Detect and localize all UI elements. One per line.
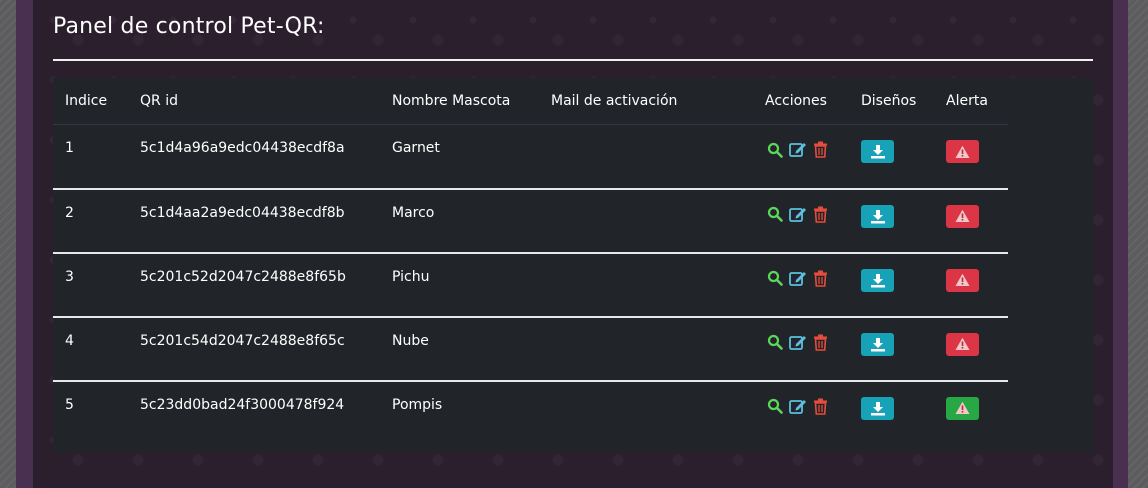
edit-icon[interactable] (788, 397, 807, 416)
header-acciones: Acciones (753, 78, 849, 125)
cell-acciones (753, 124, 849, 190)
cell-alerta (934, 381, 1008, 445)
cell-acciones (753, 188, 849, 254)
header-qr-id: QR id (128, 78, 380, 125)
trash-icon[interactable] (811, 397, 830, 416)
cell-indice: 5 (65, 396, 74, 413)
download-design-button[interactable] (861, 140, 894, 163)
warning-icon (955, 273, 970, 286)
cell-acciones (753, 316, 849, 382)
row-actions (765, 333, 849, 352)
cell-alerta (934, 316, 1008, 382)
download-design-button[interactable] (861, 396, 894, 420)
cell-qr-id: 5c201c52d2047c2488e8f65b (128, 252, 380, 318)
qr-table-container: Indice QR id Nombre Mascota Mail de acti… (53, 78, 1093, 452)
cell-mail-activacion (539, 252, 753, 318)
trash-icon[interactable] (811, 333, 830, 352)
warning-icon (955, 145, 970, 158)
cell-disenos (849, 124, 934, 190)
cell-acciones (753, 381, 849, 445)
cell-mail-activacion (539, 188, 753, 254)
row-actions (765, 269, 849, 288)
table-row: 4 5c201c54d2047c2488e8f65c Nube (53, 316, 1008, 382)
table-body: 1 5c1d4a96a9edc04438ecdf8a Garnet 2 5c1d… (53, 124, 1008, 445)
cell-alerta (934, 188, 1008, 254)
cell-indice: 4 (53, 316, 128, 382)
cell-disenos (849, 188, 934, 254)
edit-icon[interactable] (788, 269, 807, 288)
download-icon (870, 209, 885, 223)
cell-nombre-mascota: Garnet (380, 124, 539, 190)
table-row: 1 5c1d4a96a9edc04438ecdf8a Garnet (53, 124, 1008, 190)
alert-button[interactable] (946, 396, 979, 420)
edit-icon[interactable] (788, 140, 807, 159)
table-row: 3 5c201c52d2047c2488e8f65b Pichu (53, 252, 1008, 318)
download-icon (870, 401, 885, 415)
cell-indice: 1 (53, 124, 128, 190)
cell-mail-activacion (539, 316, 753, 382)
trash-icon[interactable] (811, 269, 830, 288)
search-icon[interactable] (765, 205, 784, 224)
search-icon[interactable] (765, 333, 784, 352)
cell-disenos (849, 381, 934, 445)
cell-disenos (849, 316, 934, 382)
download-icon (870, 337, 885, 351)
search-icon[interactable] (765, 397, 784, 416)
table-row: 5 5c23dd0bad24f3000478f924 Pompis (53, 381, 1008, 445)
edit-icon[interactable] (788, 333, 807, 352)
download-design-button[interactable] (861, 332, 894, 356)
cell-alerta (934, 252, 1008, 318)
cell-nombre-mascota: Pompis (392, 396, 443, 413)
download-icon (870, 145, 885, 159)
download-design-button[interactable] (861, 204, 894, 228)
qr-table: Indice QR id Nombre Mascota Mail de acti… (53, 78, 1008, 445)
control-panel: Panel de control Pet-QR: Indice QR id No… (33, 0, 1113, 488)
row-actions (765, 205, 849, 224)
table-row: 2 5c1d4aa2a9edc04438ecdf8b Marco (53, 188, 1008, 254)
trash-icon[interactable] (811, 205, 830, 224)
alert-button[interactable] (946, 140, 979, 163)
cell-disenos (849, 252, 934, 318)
row-actions (765, 397, 849, 416)
download-icon (870, 273, 885, 287)
search-icon[interactable] (765, 269, 784, 288)
edit-icon[interactable] (788, 205, 807, 224)
search-icon[interactable] (765, 140, 784, 159)
cell-qr-id: 5c23dd0bad24f3000478f924 (140, 396, 345, 413)
header-nombre-mascota: Nombre Mascota (380, 78, 539, 125)
title-divider (53, 59, 1093, 61)
cell-mail-activacion (539, 124, 753, 190)
header-indice: Indice (53, 78, 128, 125)
header-disenos: Diseños (849, 78, 934, 125)
cell-acciones (753, 252, 849, 318)
cell-nombre-mascota: Nube (380, 316, 539, 382)
download-design-button[interactable] (861, 268, 894, 292)
cell-alerta (934, 124, 1008, 190)
warning-icon (955, 209, 970, 222)
warning-icon (955, 337, 970, 350)
cell-mail-activacion (539, 381, 753, 445)
header-mail-activacion: Mail de activación (539, 78, 753, 125)
cell-nombre-mascota: Marco (380, 188, 539, 254)
cell-indice: 2 (53, 188, 128, 254)
cell-nombre-mascota: Pichu (380, 252, 539, 318)
header-alerta: Alerta (934, 78, 1008, 125)
row-actions (765, 140, 849, 159)
table-header: Indice QR id Nombre Mascota Mail de acti… (53, 78, 1008, 125)
alert-button[interactable] (946, 268, 979, 292)
cell-qr-id: 5c1d4aa2a9edc04438ecdf8b (128, 188, 380, 254)
alert-button[interactable] (946, 204, 979, 228)
page-title: Panel de control Pet-QR: (53, 14, 325, 39)
cell-qr-id: 5c1d4a96a9edc04438ecdf8a (128, 124, 380, 190)
trash-icon[interactable] (811, 140, 830, 159)
warning-icon (955, 401, 970, 414)
cell-qr-id: 5c201c54d2047c2488e8f65c (128, 316, 380, 382)
cell-indice: 3 (53, 252, 128, 318)
alert-button[interactable] (946, 332, 979, 356)
